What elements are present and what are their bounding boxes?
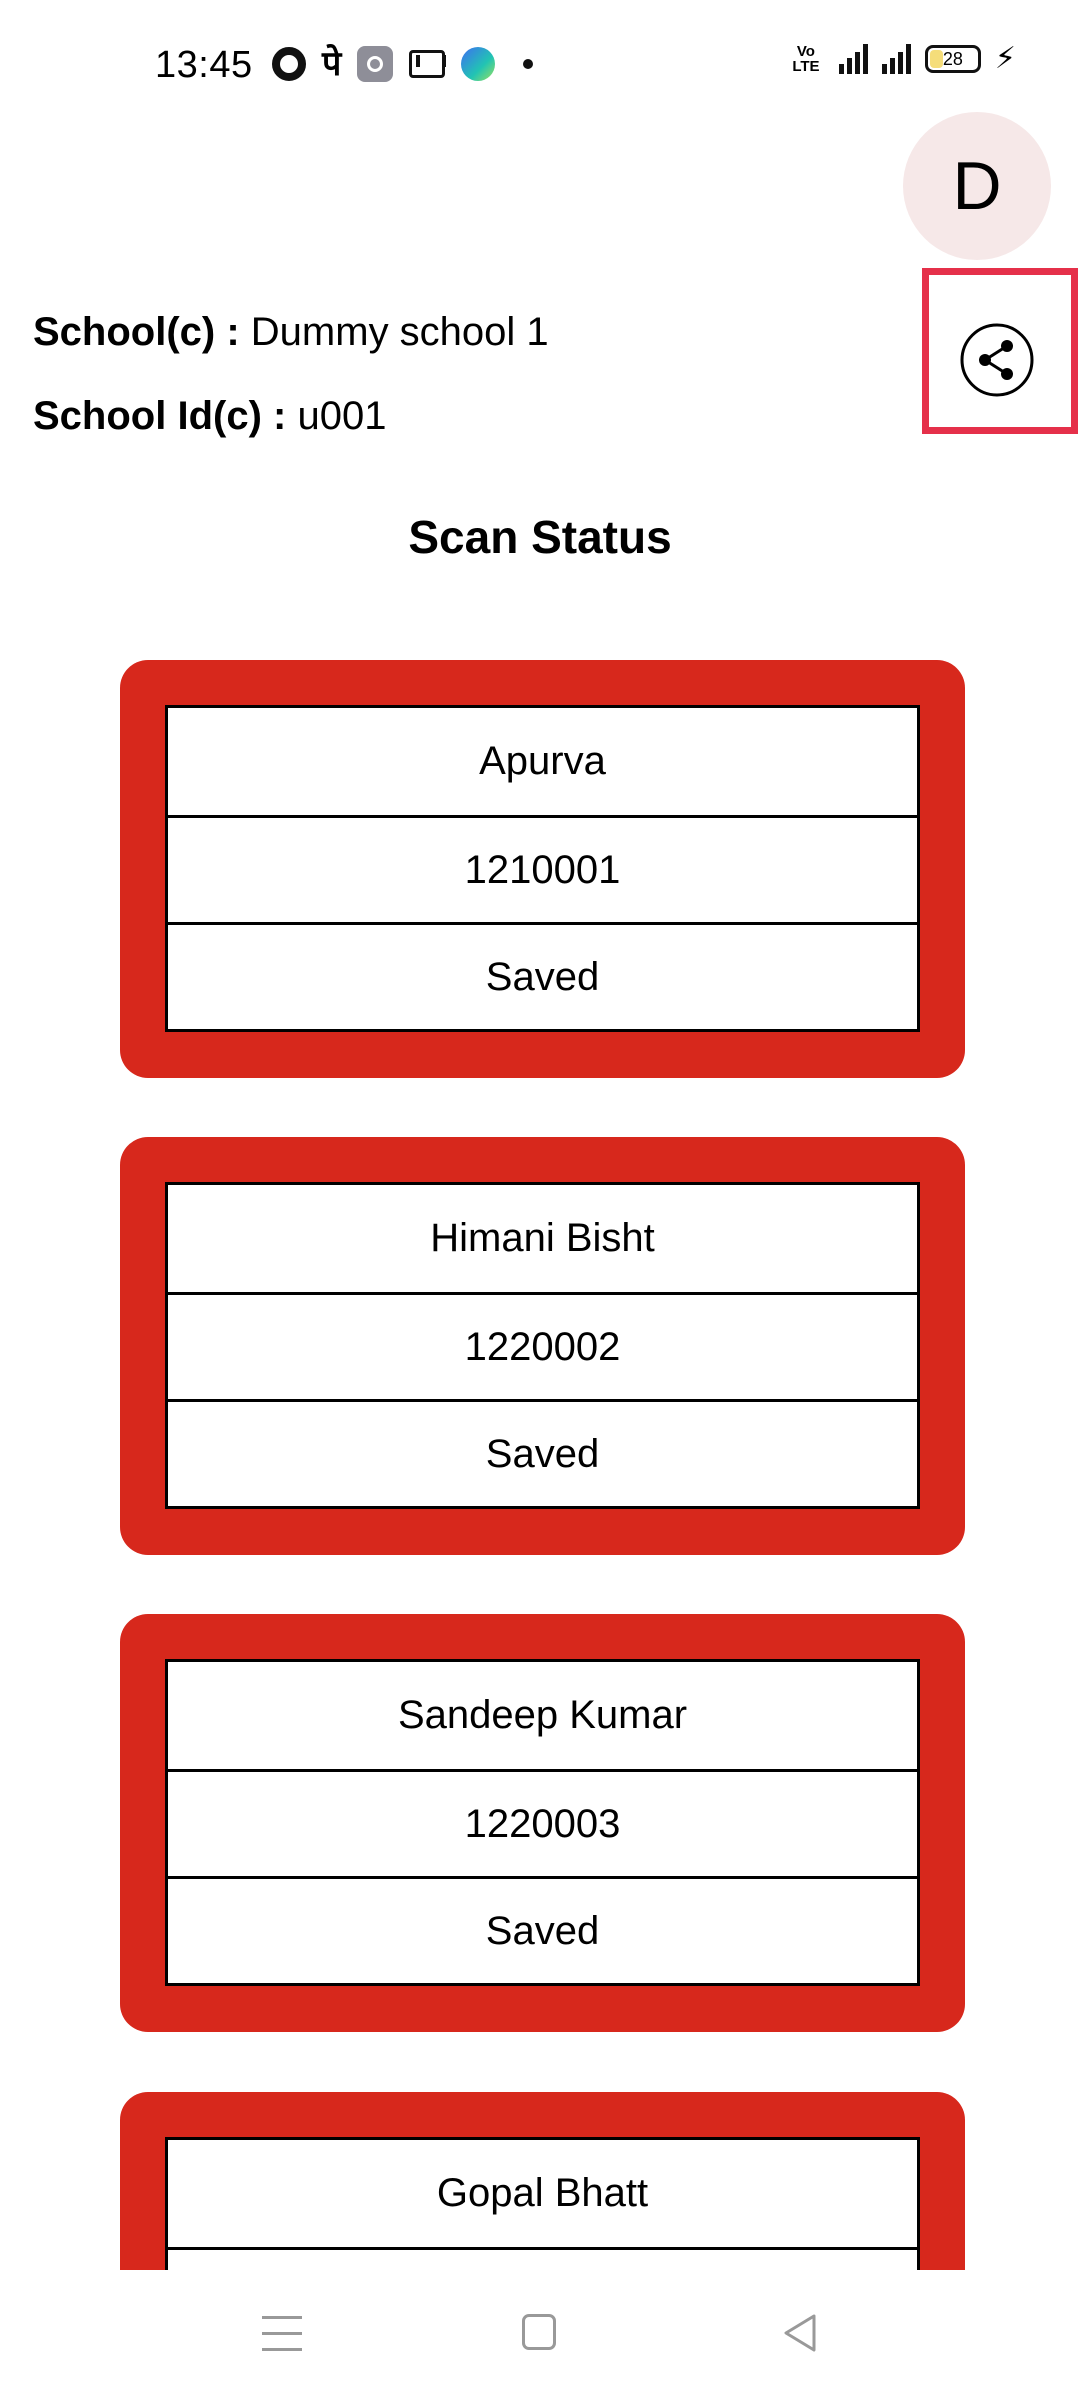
record-id: 1210001 (168, 815, 917, 922)
navigation-bar (0, 2270, 1080, 2400)
record-card[interactable]: Sandeep Kumar 1220003 Saved (120, 1614, 965, 2032)
records-list: Apurva 1210001 Saved Himani Bisht 122000… (0, 0, 1080, 2270)
record-name: Gopal Bhatt (436, 2171, 649, 2215)
back-icon[interactable] (780, 2312, 820, 2354)
record-card[interactable]: Apurva 1210001 Saved (120, 660, 965, 1078)
record-status: Saved (168, 922, 917, 1029)
record-table: Himani Bisht 1220002 Saved (165, 1182, 920, 1509)
record-card[interactable]: Himani Bisht 1220002 Saved (120, 1137, 965, 1555)
battery-level: 28 (942, 49, 963, 69)
record-name: Sandeep Kumar (397, 1693, 688, 1737)
record-id: 1220003 (168, 1769, 917, 1876)
record-id (168, 2247, 917, 2270)
record-table: Apurva 1210001 Saved (165, 705, 920, 1032)
record-card[interactable]: Gopal Bhatt (120, 2092, 965, 2270)
record-status: Saved (168, 1876, 917, 1983)
record-table: Sandeep Kumar 1220003 Saved (165, 1659, 920, 1986)
record-table: Gopal Bhatt (165, 2137, 920, 2270)
menu-icon[interactable] (262, 2316, 302, 2352)
record-status: Saved (168, 1399, 917, 1506)
record-id: 1220002 (168, 1292, 917, 1399)
home-icon[interactable] (522, 2314, 556, 2350)
record-name: Apurva (479, 739, 606, 783)
record-name: Himani Bisht (430, 1216, 655, 1260)
